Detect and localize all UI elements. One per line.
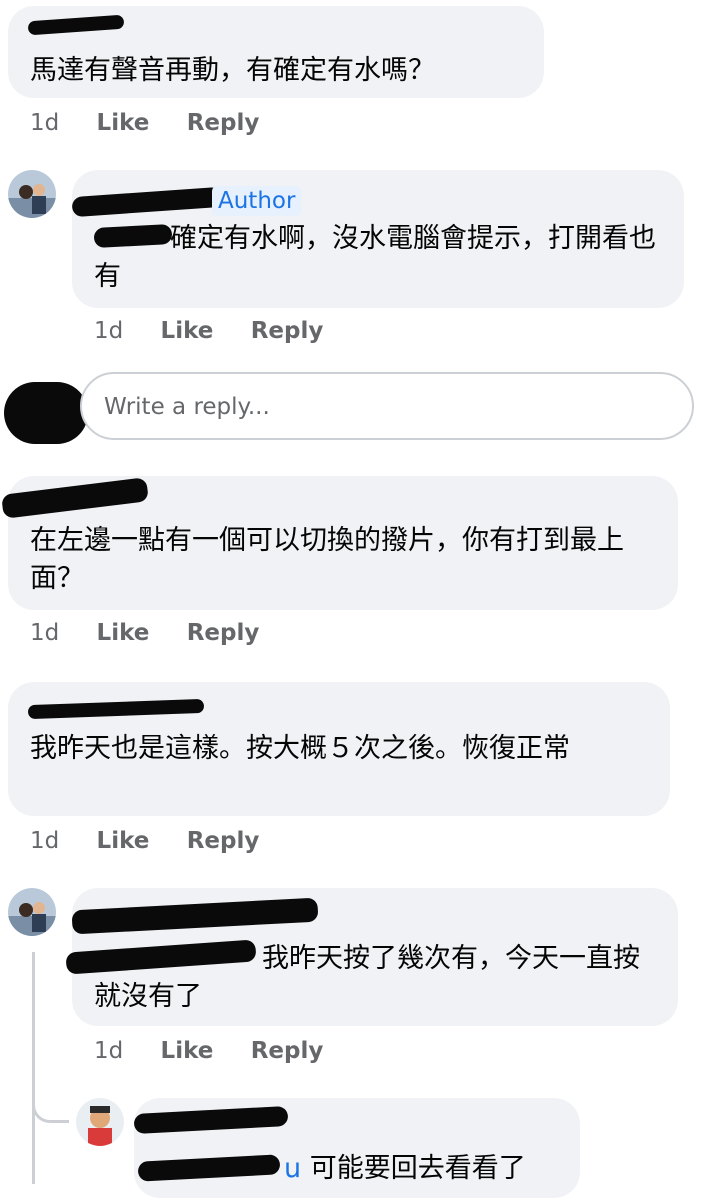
comment-timestamp: 1d: [30, 828, 60, 854]
reply-button[interactable]: Reply: [251, 318, 324, 344]
redacted-mention: [137, 1154, 281, 1182]
comment-actions: 1d Like Reply: [30, 828, 289, 854]
avatar: [76, 1098, 124, 1146]
avatar: [8, 888, 56, 936]
author-badge: Author: [212, 186, 302, 216]
comment-bubble: 在左邊一點有一個可以切換的撥片，你有打到最上面？: [1, 476, 678, 610]
comment-bubble: 馬達有聲音再動，有確定有水嗎？: [8, 6, 544, 98]
comment-text: 可能要回去看看了: [309, 1153, 526, 1184]
comment-text-line: u 可能要回去看看了: [284, 1150, 526, 1188]
like-button[interactable]: Like: [97, 620, 150, 646]
comment-text: 我昨天也是這樣。按大概５次之後。恢復正常: [30, 733, 570, 764]
reply-input-container[interactable]: [80, 372, 694, 440]
comment-bubble: Author 確定有水啊，沒水電腦會提示，打開看也有: [71, 170, 684, 308]
comment-timestamp: 1d: [30, 110, 60, 136]
redacted-avatar: [4, 382, 88, 444]
redacted-author-name: [71, 897, 319, 935]
redacted-author-name: [71, 186, 223, 218]
like-button[interactable]: Like: [161, 1038, 214, 1064]
comment-bubble: 我昨天也是這樣。按大概５次之後。恢復正常: [8, 682, 670, 816]
comment-bubble: 我昨天按了幾次有，今天一直按就沒有了: [65, 888, 678, 1026]
reply-button[interactable]: Reply: [187, 620, 260, 646]
reply-input[interactable]: [102, 374, 666, 440]
mention-link[interactable]: u: [284, 1153, 301, 1184]
thread-connector: [32, 1090, 69, 1123]
redacted-author-name: [1, 477, 149, 519]
avatar: [8, 170, 56, 218]
thread-line: [32, 952, 35, 1184]
like-button[interactable]: Like: [97, 828, 150, 854]
comment-timestamp: 1d: [30, 620, 60, 646]
comment-text: 確定有水啊，沒水電腦會提示，打開看也有: [94, 223, 656, 292]
comment-actions: 1d Like Reply: [94, 318, 353, 344]
redacted-author-name: [27, 14, 125, 36]
comment-timestamp: 1d: [94, 318, 124, 344]
comment-actions: 1d Like Reply: [94, 1038, 353, 1064]
like-button[interactable]: Like: [97, 110, 150, 136]
comment-text: 我昨天按了幾次有，今天一直按就沒有了: [94, 943, 640, 1012]
redacted-author-name: [27, 698, 205, 720]
comment-text: 馬達有聲音再動，有確定有水嗎？: [30, 55, 435, 86]
reply-button[interactable]: Reply: [187, 828, 260, 854]
comment-actions: 1d Like Reply: [30, 620, 289, 646]
like-button[interactable]: Like: [161, 318, 214, 344]
comment-text: 在左邊一點有一個可以切換的撥片，你有打到最上面？: [30, 525, 624, 594]
reply-button[interactable]: Reply: [187, 110, 260, 136]
comment-bubble: u 可能要回去看看了: [133, 1098, 580, 1198]
comment-actions: 1d Like Reply: [30, 110, 289, 136]
comment-timestamp: 1d: [94, 1038, 124, 1064]
reply-button[interactable]: Reply: [251, 1038, 324, 1064]
redacted-author-name: [133, 1105, 289, 1135]
